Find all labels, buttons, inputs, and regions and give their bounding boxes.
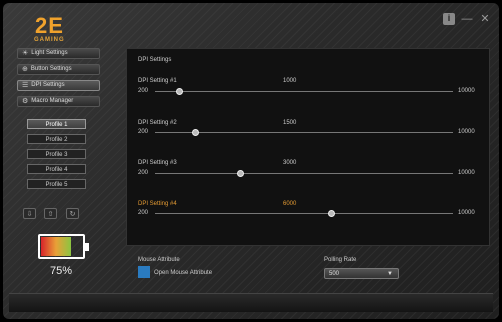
profile-3-button[interactable]: Profile 3 — [27, 149, 86, 159]
nav-label: Macro Manager — [31, 98, 74, 104]
dpi-setting-4-label: DPI Setting #4 — [138, 201, 177, 207]
nav-macro-manager[interactable]: ⚙ Macro Manager — [17, 96, 100, 107]
dpi-min-label: 200 — [138, 210, 149, 216]
polling-rate-title: Polling Rate — [324, 257, 357, 263]
dpi-panel — [126, 48, 490, 246]
dpi-max-label: 10000 — [458, 129, 475, 135]
mouse-attribute-title: Mouse Attribute — [138, 257, 180, 263]
app-window: 2E GAMING i — ✕ ☀ Light Settings ⊕ Butto… — [3, 3, 499, 319]
dpi-min-label: 200 — [138, 88, 149, 94]
nav-light-settings[interactable]: ☀ Light Settings — [17, 48, 100, 59]
profile-4-button[interactable]: Profile 4 — [27, 164, 86, 174]
dpi-setting-1-value: 1000 — [283, 78, 297, 84]
logo-mark: 2E — [35, 13, 64, 38]
nav-label: Button Settings — [30, 66, 72, 72]
nav-dpi-settings[interactable]: ☰ DPI Settings — [17, 80, 100, 91]
gear-icon: ⚙ — [22, 98, 29, 105]
brand-logo: 2E GAMING — [33, 13, 75, 47]
bottom-bar — [9, 293, 493, 312]
nav-label: DPI Settings — [31, 82, 65, 88]
dpi-setting-4-value: 6000 — [283, 201, 297, 207]
profile-5-button[interactable]: Profile 5 — [27, 179, 86, 189]
dpi-panel-title: DPI Settings — [138, 57, 172, 63]
dpi-slider-4[interactable] — [155, 210, 453, 217]
dpi-setting-2-value: 1500 — [283, 120, 297, 126]
polling-rate-value: 500 — [329, 271, 340, 277]
minimize-icon[interactable]: — — [461, 13, 473, 25]
battery-level — [41, 237, 72, 256]
battery-tip — [85, 243, 89, 251]
nav-button-settings[interactable]: ⊕ Button Settings — [17, 64, 100, 75]
close-icon[interactable]: ✕ — [479, 13, 491, 25]
dpi-setting-3-value: 3000 — [283, 160, 297, 166]
window-controls: i — ✕ — [443, 13, 491, 25]
export-icon[interactable]: ⇧ — [44, 208, 57, 219]
battery-percent: 75% — [50, 265, 73, 277]
profile-2-button[interactable]: Profile 2 — [27, 134, 86, 144]
import-icon[interactable]: ⇩ — [23, 208, 36, 219]
dpi-max-label: 10000 — [458, 88, 475, 94]
open-mouse-attribute-checkbox[interactable] — [138, 266, 150, 278]
sliders-icon: ☰ — [22, 82, 29, 89]
dpi-max-label: 10000 — [458, 170, 475, 176]
dpi-setting-3-label: DPI Setting #3 — [138, 160, 177, 166]
profile-1-button[interactable]: Profile 1 — [27, 119, 86, 129]
dpi-setting-1-label: DPI Setting #1 — [138, 78, 177, 84]
reset-icon[interactable]: ↻ — [66, 208, 79, 219]
sun-icon: ☀ — [22, 50, 29, 57]
logo-subtitle: GAMING — [34, 37, 65, 43]
target-icon: ⊕ — [22, 66, 28, 73]
polling-rate-select[interactable]: 500 ▼ — [324, 268, 399, 279]
chevron-down-icon: ▼ — [387, 271, 393, 277]
nav-label: Light Settings — [31, 50, 68, 56]
dpi-slider-2-handle[interactable] — [191, 129, 199, 136]
battery-indicator — [38, 234, 89, 259]
dpi-slider-3[interactable] — [155, 170, 453, 177]
dpi-slider-2[interactable] — [155, 129, 453, 136]
dpi-setting-2-label: DPI Setting #2 — [138, 120, 177, 126]
dpi-max-label: 10000 — [458, 210, 475, 216]
open-mouse-attribute-label: Open Mouse Attribute — [154, 270, 213, 276]
dpi-min-label: 200 — [138, 129, 149, 135]
dpi-min-label: 200 — [138, 170, 149, 176]
info-icon[interactable]: i — [443, 13, 455, 25]
dpi-slider-1[interactable] — [155, 88, 453, 95]
